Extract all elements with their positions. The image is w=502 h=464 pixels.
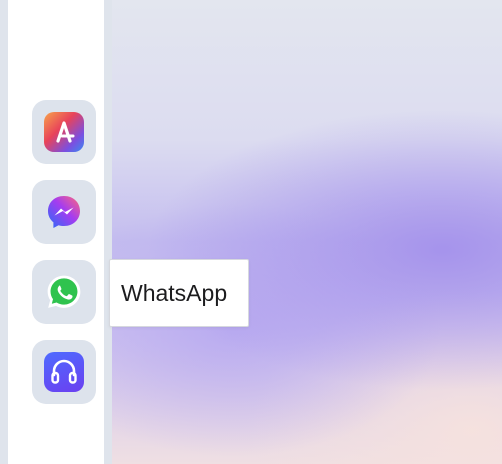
desktop-wallpaper (112, 0, 502, 464)
dock-item-whatsapp[interactable] (32, 260, 96, 324)
app-tooltip: WhatsApp (109, 259, 249, 327)
whatsapp-icon (44, 272, 84, 312)
window-edge (0, 0, 8, 464)
sidebar-divider (104, 0, 112, 464)
messenger-icon (44, 192, 84, 232)
dock-item-headset[interactable] (32, 340, 96, 404)
app-sidebar (8, 0, 104, 464)
astra-logo-icon (44, 112, 84, 152)
dock-item-messenger[interactable] (32, 180, 96, 244)
tooltip-label: WhatsApp (121, 279, 228, 306)
dock-item-astra[interactable] (32, 100, 96, 164)
headphones-icon (44, 352, 84, 392)
